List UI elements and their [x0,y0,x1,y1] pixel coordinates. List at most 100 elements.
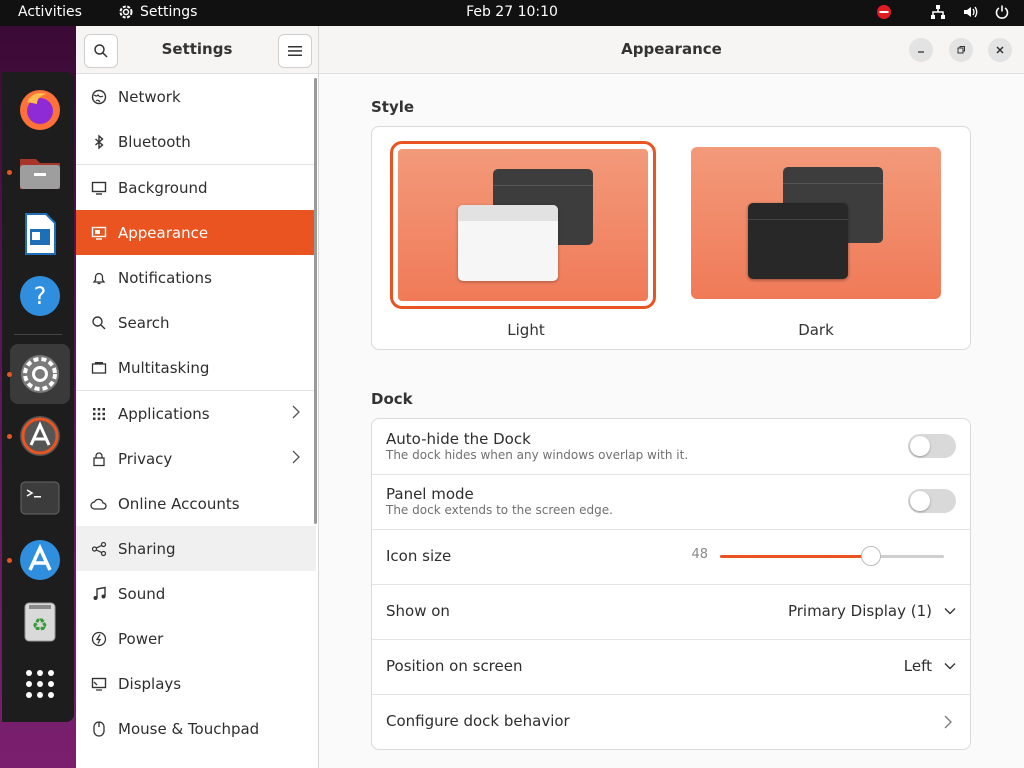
music-note-icon [90,585,108,603]
sidebar-item-label: Search [118,313,170,332]
terminal-icon [20,481,60,515]
sidebar-item-sharing[interactable]: Sharing [76,526,316,571]
firefox-icon [20,90,60,130]
clock[interactable]: Feb 27 10:10 [466,4,558,20]
dock-settings-card: Auto-hide the Dock The dock hides when a… [371,418,971,750]
close-icon [996,46,1004,54]
panel-mode-description: The dock extends to the screen edge. [386,503,613,517]
dark-theme-label: Dark [798,321,834,339]
app-center-launcher[interactable] [10,530,70,590]
slider-thumb[interactable] [861,546,882,566]
writer-icon [25,213,56,255]
configure-dock-label: Configure dock behavior [386,712,570,730]
share-icon [90,540,108,558]
sidebar-item-online-accounts[interactable]: Online Accounts [76,481,316,526]
configure-dock-row[interactable]: Configure dock behavior [372,694,970,749]
chevron-right-icon [944,714,952,734]
autohide-label: Auto-hide the Dock [386,430,531,448]
system-tray[interactable] [876,4,1010,20]
style-card: Light Dark [371,126,971,350]
sidebar-item-label: Bluetooth [118,132,191,151]
panel-mode-toggle[interactable] [908,489,956,513]
grid-icon [90,405,108,423]
autohide-row[interactable]: Auto-hide the Dock The dock hides when a… [372,419,970,475]
sidebar-item-label: Displays [118,674,182,693]
icon-size-slider[interactable] [720,546,944,566]
do-not-disturb-icon[interactable] [876,4,892,20]
app-menu[interactable]: Settings [118,4,197,20]
help-launcher[interactable]: ? [10,266,70,326]
software-updater-launcher[interactable] [10,406,70,466]
position-label: Position on screen [386,657,523,675]
sidebar-scrollbar[interactable] [314,78,317,524]
sidebar-item-background[interactable]: Background [76,165,316,210]
main-menu-button[interactable] [278,34,312,68]
position-dropdown[interactable]: Left [904,657,956,675]
sidebar-item-power[interactable]: Power [76,616,316,661]
files-icon [20,159,60,189]
sidebar: Settings Network Bluetooth Background Ap… [76,26,319,768]
network-wired-icon[interactable] [930,4,946,20]
app-center-icon [20,540,60,580]
sidebar-item-notifications[interactable]: Notifications [76,255,316,300]
sidebar-item-label: Sharing [118,539,176,558]
minimize-button[interactable] [909,38,933,62]
sidebar-item-label: Multitasking [118,358,210,377]
sidebar-item-appearance[interactable]: Appearance [76,210,316,255]
terminal-launcher[interactable] [10,468,70,528]
display-icon [90,675,108,693]
power-menu-icon[interactable] [994,4,1010,20]
help-icon: ? [20,276,60,316]
icon-size-label: Icon size [386,547,452,565]
sidebar-item-search[interactable]: Search [76,300,316,345]
svg-text:?: ? [34,282,47,310]
sidebar-item-applications[interactable]: Applications [76,391,316,436]
sidebar-item-displays[interactable]: Displays [76,661,316,706]
trash-icon: ♻ [24,602,56,642]
show-on-row[interactable]: Show on Primary Display (1) [372,584,970,640]
chevron-down-icon [944,608,956,615]
firefox-launcher[interactable] [10,80,70,140]
maximize-button[interactable] [949,38,973,62]
icon-size-value: 48 [691,547,708,562]
appearance-icon [90,224,108,242]
light-theme-option[interactable] [390,141,656,309]
sidebar-item-label: Background [118,178,208,197]
dark-theme-option[interactable] [691,147,941,299]
sidebar-item-sound[interactable]: Sound [76,571,316,616]
position-value: Left [903,657,932,675]
cloud-icon [90,495,108,513]
position-row[interactable]: Position on screen Left [372,639,970,695]
sidebar-item-bluetooth[interactable]: Bluetooth [76,119,316,165]
trash-launcher[interactable]: ♻ [10,592,70,652]
mouse-icon [90,720,108,738]
volume-icon[interactable] [962,4,978,20]
show-on-dropdown[interactable]: Primary Display (1) [788,602,956,620]
chevron-right-icon [292,449,300,469]
files-launcher[interactable] [10,142,70,202]
sidebar-item-multitasking[interactable]: Multitasking [76,345,316,391]
top-bar: Activities Settings Feb 27 10:10 [0,0,1024,26]
sidebar-item-label: Appearance [118,223,209,242]
close-button[interactable] [988,38,1012,62]
autohide-toggle[interactable] [908,434,956,458]
settings-launcher[interactable] [10,344,70,404]
chevron-down-icon [944,663,956,670]
sidebar-item-label: Mouse & Touchpad [118,719,260,738]
software-updater-icon [20,416,60,456]
icon-size-row: Icon size 48 [372,529,970,585]
style-section-title: Style [371,98,415,116]
app-menu-label: Settings [140,4,198,20]
sidebar-item-network[interactable]: Network [76,74,316,119]
writer-launcher[interactable] [10,204,70,264]
sidebar-item-mouse-touchpad[interactable]: Mouse & Touchpad [76,706,316,751]
show-apps-button[interactable] [10,654,70,714]
light-window-preview [458,205,558,281]
power-icon [90,630,108,648]
activities-button[interactable]: Activities [18,4,82,20]
globe-icon [90,88,108,106]
sidebar-item-privacy[interactable]: Privacy [76,436,316,481]
restore-icon [957,46,965,54]
show-on-label: Show on [386,602,450,620]
panel-mode-row[interactable]: Panel mode The dock extends to the scree… [372,474,970,530]
